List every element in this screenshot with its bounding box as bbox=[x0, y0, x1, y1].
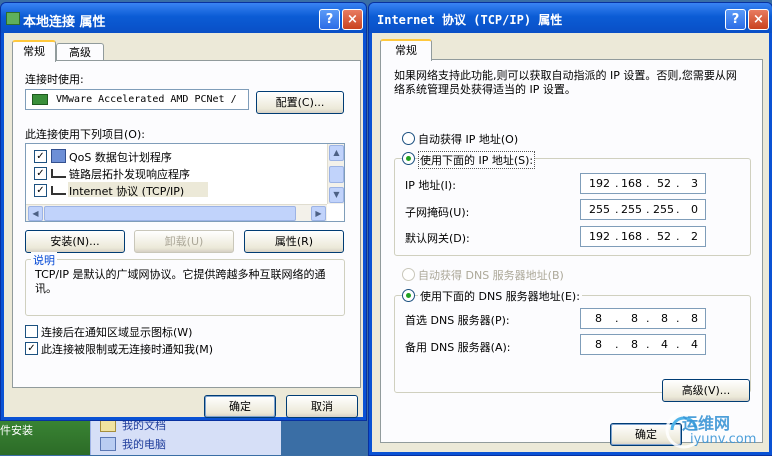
alternate-dns-label: 备用 DNS 服务器(A): bbox=[405, 341, 511, 354]
title-bar[interactable]: Internet 协议 (TCP/IP) 属性 ? × bbox=[369, 3, 772, 33]
adapter-name-field: VMware Accelerated AMD PCNet / bbox=[25, 89, 249, 110]
desktop-item-label: 件安装 bbox=[0, 424, 33, 437]
lltd-checkbox[interactable]: ✓ bbox=[34, 167, 47, 180]
subnet-mask-label: 子网掩码(U): bbox=[405, 206, 470, 219]
explorer-item-my-computer[interactable]: 我的电脑 bbox=[122, 436, 166, 452]
preferred-dns-octet-4: 8 bbox=[691, 312, 698, 325]
protocol-icon bbox=[51, 186, 66, 195]
alternate-dns-octet-2: 8 bbox=[631, 338, 638, 351]
ip-address-input[interactable]: 192 . 168 . 52 . 3 bbox=[580, 173, 706, 194]
preferred-dns-octet-3: 8 bbox=[661, 312, 668, 325]
tab-general[interactable]: 常规 bbox=[380, 39, 432, 61]
preferred-dns-label: 首选 DNS 服务器(P): bbox=[405, 314, 510, 327]
tcpip-properties-window: Internet 协议 (TCP/IP) 属性 ? × 常规 如果网络支持此功能… bbox=[368, 2, 772, 456]
properties-button[interactable]: 属性(R) bbox=[244, 230, 344, 253]
site-watermark: 运维网 iyunv.com bbox=[660, 408, 770, 453]
advanced-button[interactable]: 高级(V)... bbox=[662, 379, 750, 402]
manual-ip-radio[interactable] bbox=[402, 152, 415, 165]
computer-icon bbox=[100, 437, 116, 451]
gateway-octet-3: 52 bbox=[657, 230, 671, 243]
help-button[interactable]: ? bbox=[319, 9, 340, 30]
preferred-dns-octet-2: 8 bbox=[631, 312, 638, 325]
ip-octet-3: 52 bbox=[657, 177, 671, 190]
notify-label[interactable]: 此连接被限制或无连接时通知我(M) bbox=[41, 341, 213, 357]
ip-octet-1: 192 bbox=[589, 177, 610, 190]
subnet-octet-3: 255 bbox=[653, 203, 674, 216]
ip-octet-2: 168 bbox=[621, 177, 642, 190]
list-item-lltd[interactable]: 链路层拓扑发现响应程序 bbox=[69, 166, 190, 182]
description-text: TCP/IP 是默认的广域网协议。它提供跨越多种互联网络的通讯。 bbox=[35, 268, 326, 295]
scroll-left-icon[interactable]: ◀ bbox=[28, 206, 43, 221]
scroll-up-icon[interactable]: ▲ bbox=[329, 145, 344, 161]
tcpip-checkbox[interactable]: ✓ bbox=[34, 184, 47, 197]
gateway-input[interactable]: 192 . 168 . 52 . 2 bbox=[580, 226, 706, 247]
preferred-dns-input[interactable]: 8 . 8 . 8 . 8 bbox=[580, 308, 706, 329]
dialog-client: 常规 如果网络支持此功能,则可以获取自动指派的 IP 设置。否则,您需要从网络系… bbox=[372, 33, 769, 452]
help-button[interactable]: ? bbox=[725, 9, 746, 30]
subnet-octet-4: 0 bbox=[691, 203, 698, 216]
list-item-tcpip[interactable]: Internet 协议 (TCP/IP) bbox=[69, 183, 184, 199]
qos-checkbox[interactable]: ✓ bbox=[34, 150, 47, 163]
alternate-dns-octet-1: 8 bbox=[595, 338, 602, 351]
qos-service-icon bbox=[51, 149, 66, 163]
alternate-dns-input[interactable]: 8 . 8 . 4 . 4 bbox=[580, 334, 706, 355]
protocol-icon bbox=[51, 169, 66, 178]
ip-address-label: IP 地址(I): bbox=[405, 179, 456, 192]
subnet-octet-2: 255 bbox=[621, 203, 642, 216]
horizontal-scroll-thumb[interactable] bbox=[44, 206, 296, 221]
network-adapter-icon bbox=[32, 94, 48, 105]
window-title: Internet 协议 (TCP/IP) 属性 bbox=[377, 13, 563, 27]
title-bar[interactable]: 本地连接 属性 ? × bbox=[1, 3, 366, 33]
uninstall-button: 卸载(U) bbox=[134, 230, 234, 253]
close-button[interactable]: × bbox=[342, 9, 363, 30]
auto-ip-label[interactable]: 自动获得 IP 地址(O) bbox=[418, 131, 518, 147]
alternate-dns-octet-3: 4 bbox=[661, 338, 668, 351]
manual-dns-radio[interactable] bbox=[402, 289, 415, 302]
notify-checkbox[interactable]: ✓ bbox=[25, 342, 38, 355]
show-icon-label[interactable]: 连接后在通知区域显示图标(W) bbox=[41, 324, 192, 340]
auto-dns-radio bbox=[402, 268, 415, 281]
manual-dns-label[interactable]: 使用下面的 DNS 服务器地址(E): bbox=[418, 288, 582, 304]
components-list[interactable]: ✓ QoS 数据包计划程序 ✓ 链路层拓扑发现响应程序 ✓ Internet 协… bbox=[25, 143, 345, 222]
close-button[interactable]: × bbox=[748, 9, 769, 30]
adapter-name: VMware Accelerated AMD PCNet / bbox=[56, 94, 237, 105]
gateway-octet-2: 168 bbox=[621, 230, 642, 243]
alternate-dns-octet-4: 4 bbox=[691, 338, 698, 351]
horizontal-scrollbar[interactable]: ◀ ▶ bbox=[26, 204, 327, 221]
watermark-url: iyunv.com bbox=[690, 432, 757, 447]
description-title: 说明 bbox=[31, 252, 57, 268]
cancel-button[interactable]: 取消 bbox=[286, 395, 358, 418]
vertical-scrollbar[interactable]: ▲ ▼ bbox=[327, 144, 344, 204]
connect-using-label: 连接时使用: bbox=[25, 73, 84, 86]
scroll-right-icon[interactable]: ▶ bbox=[311, 206, 326, 221]
show-icon-checkbox[interactable] bbox=[25, 325, 38, 338]
ok-button[interactable]: 确定 bbox=[204, 395, 276, 418]
install-button[interactable]: 安装(N)... bbox=[25, 230, 125, 253]
dialog-client: 常规 高级 连接时使用: VMware Accelerated AMD PCNe… bbox=[4, 33, 363, 418]
auto-dns-label: 自动获得 DNS 服务器地址(B) bbox=[418, 269, 564, 282]
manual-ip-label[interactable]: 使用下面的 IP 地址(S): bbox=[418, 151, 536, 169]
gateway-octet-4: 2 bbox=[691, 230, 698, 243]
gateway-label: 默认网关(D): bbox=[405, 232, 470, 245]
intro-text: 如果网络支持此功能,则可以获取自动指派的 IP 设置。否则,您需要从网络系统管理… bbox=[394, 69, 737, 96]
auto-ip-radio[interactable] bbox=[402, 132, 415, 145]
window-title: 本地连接 属性 bbox=[23, 15, 106, 30]
subnet-mask-input[interactable]: 255 . 255 . 255 . 0 bbox=[580, 199, 706, 220]
local-connection-properties-window: 本地连接 属性 ? × 常规 高级 连接时使用: VMware Accelera… bbox=[0, 2, 367, 421]
scroll-down-icon[interactable]: ▼ bbox=[329, 187, 344, 203]
configure-button[interactable]: 配置(C)... bbox=[256, 91, 344, 114]
ip-octet-4: 3 bbox=[691, 177, 698, 190]
scroll-thumb[interactable] bbox=[329, 166, 344, 183]
gateway-octet-1: 192 bbox=[589, 230, 610, 243]
subnet-octet-1: 255 bbox=[589, 203, 610, 216]
tab-general[interactable]: 常规 bbox=[12, 40, 56, 62]
preferred-dns-octet-1: 8 bbox=[595, 312, 602, 325]
tab-advanced[interactable]: 高级 bbox=[56, 43, 104, 61]
list-item-qos[interactable]: QoS 数据包计划程序 bbox=[69, 149, 172, 165]
watermark-title: 运维网 bbox=[682, 414, 731, 433]
network-connection-icon bbox=[6, 12, 20, 25]
items-label: 此连接使用下列项目(O): bbox=[25, 128, 145, 141]
